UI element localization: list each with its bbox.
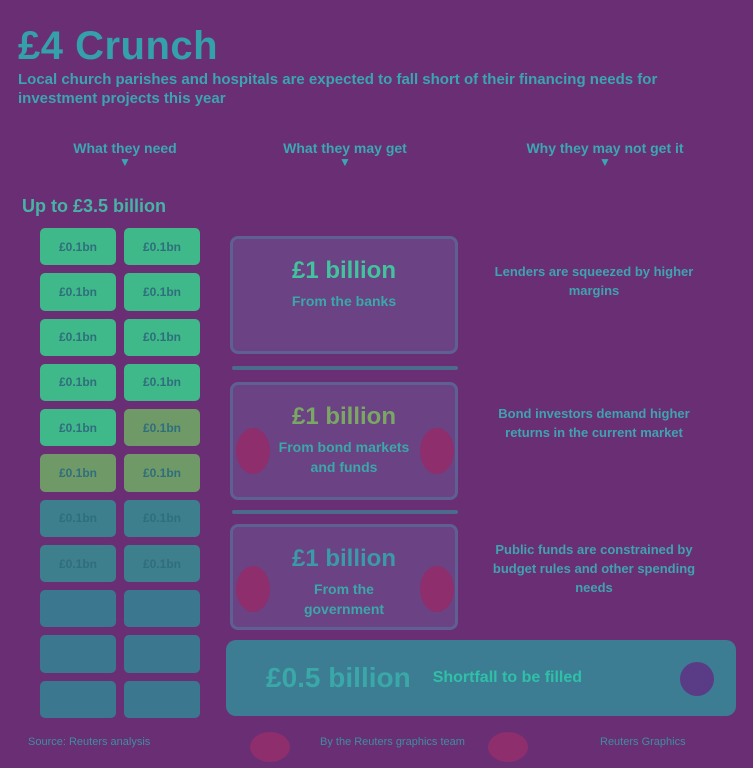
page-subtitle: Local church parishes and hospitals are … [18,71,658,107]
shortfall-banner: £0.5 billion Shortfall to be filled [226,640,736,716]
shortfall-amount: £0.5 billion [266,662,411,693]
panel-banks: £1 billion From the banks [230,236,458,354]
footer-brand: Reuters Graphics [600,736,686,748]
grid-cell: £0.1bn [124,273,200,311]
grid-cell [124,680,200,718]
grid-cell: £0.1bn [124,363,200,402]
panel-amount: £1 billion [291,545,396,572]
decorative-blob [420,566,454,612]
grid-cell: £0.1bn [40,454,116,492]
grid-cell: £0.1bn [124,409,200,447]
down-arrow-icon: ▼ [339,155,351,169]
down-arrow-icon: ▼ [599,155,611,169]
grid-cell: £0.1bn [40,409,116,447]
grid-cell [40,590,116,628]
need-total: Up to £3.5 billion [22,196,167,216]
column-header-get-label: What they may get [283,140,407,156]
grid-cell: £0.1bn [124,499,200,537]
reason-banks: Lenders are squeezed by higher margins [494,264,694,298]
panel-source: From the banks [291,293,397,309]
panel-amount: £1 billion [291,257,396,284]
footer-credit: By the Reuters graphics team [320,736,465,748]
funding-grid: £0.1bn £0.1bn £0.1bn £0.1bn £0.1bn £0.1b… [40,228,200,718]
panel-amount: £1 billion [291,403,396,430]
page-title: £4 Crunch [18,24,219,68]
divider [232,366,458,370]
grid-cell: £0.1bn [124,544,200,583]
grid-cell: £0.1bn [40,544,116,583]
footer: Source: Reuters analysis By the Reuters … [0,730,753,760]
grid-cell: £0.1bn [40,228,116,266]
down-arrow-icon: ▼ [119,155,131,169]
shortfall-note: Shortfall to be filled [432,669,583,686]
column-headers: What they need ▼ What they may get ▼ Why… [0,140,753,180]
column-header-need: What they need ▼ [40,140,210,168]
grid-cell [124,590,200,628]
grid-cell [124,635,200,673]
column-header-why: Why they may not get it ▼ [490,140,720,168]
grid-cell: £0.1bn [40,363,116,402]
grid-cell: £0.1bn [124,228,200,266]
grid-cell [40,635,116,673]
column-header-get: What they may get ▼ [250,140,440,168]
grid-cell [40,680,116,718]
footer-source: Source: Reuters analysis [28,736,151,748]
reason-government: Public funds are constrained by budget r… [492,542,696,595]
header: £4 Crunch Local church parishes and hosp… [18,24,718,108]
decorative-blob [236,566,270,612]
column-header-need-label: What they need [73,140,177,156]
reason-bond-markets: Bond investors demand higher returns in … [498,406,690,440]
grid-cell: £0.1bn [124,454,200,492]
decorative-blob [236,428,270,474]
divider [232,510,458,514]
decorative-blob [420,428,454,474]
grid-cell: £0.1bn [40,499,116,537]
grid-cell: £0.1bn [124,318,200,356]
info-icon [680,662,714,696]
column-header-why-label: Why they may not get it [526,140,684,156]
grid-cell: £0.1bn [40,318,116,356]
grid-cell: £0.1bn [40,273,116,311]
